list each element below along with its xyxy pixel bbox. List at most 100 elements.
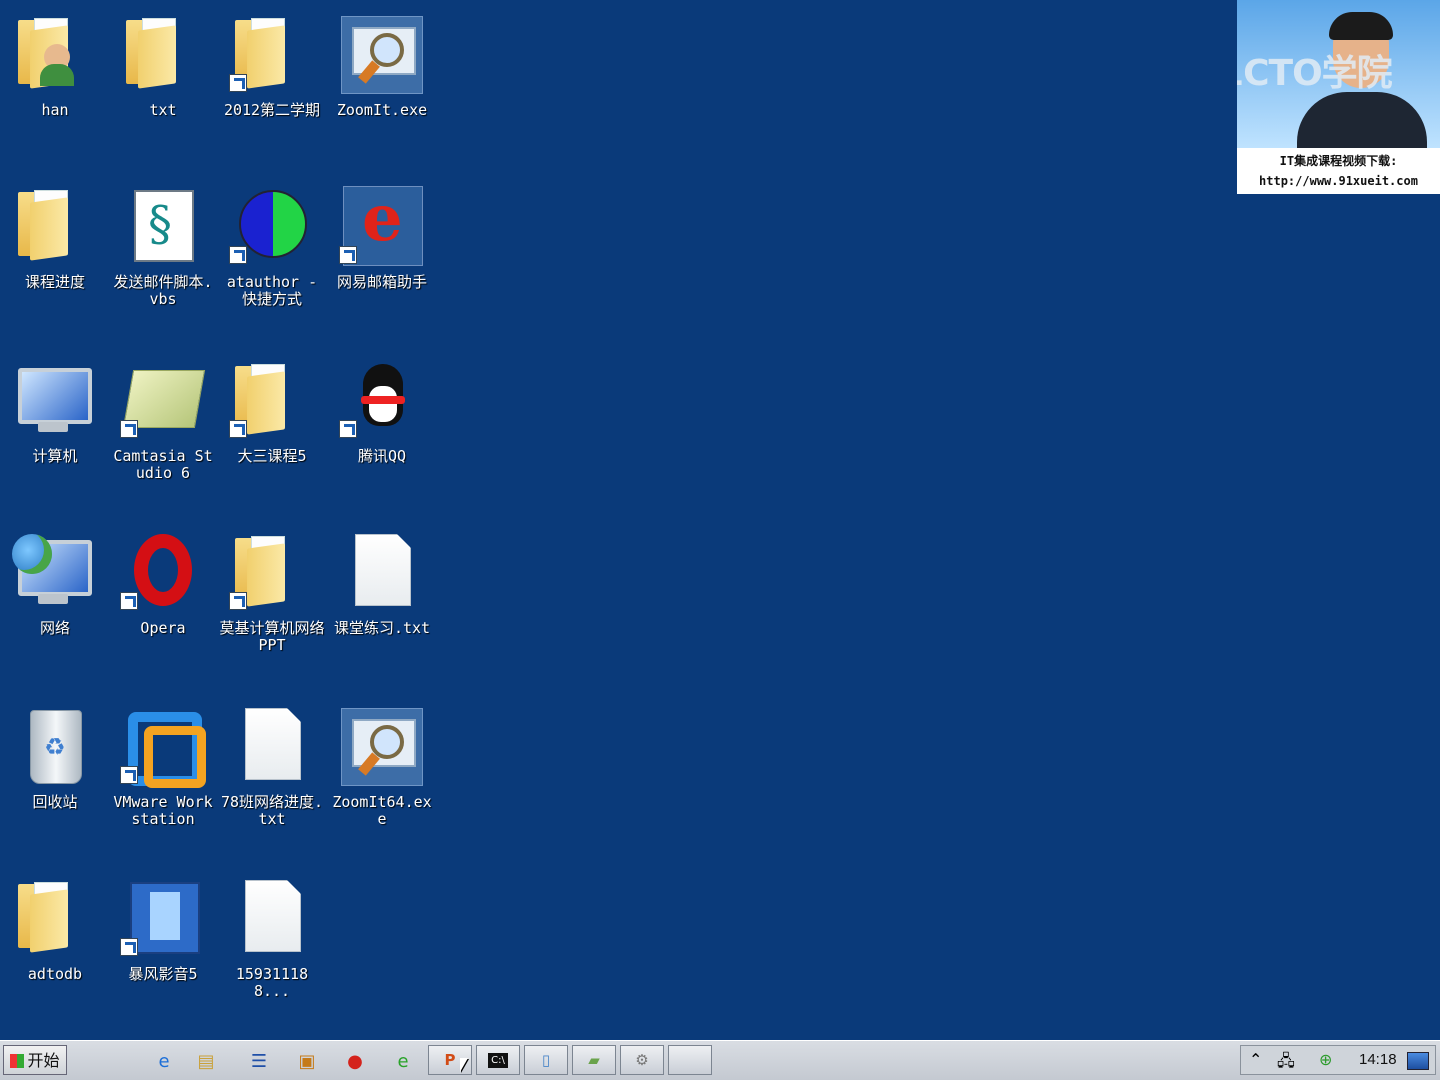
taskbar-remote-app[interactable]: ⚙ bbox=[620, 1045, 664, 1075]
icon-label: 网络 bbox=[39, 619, 70, 637]
shortcut-arrow-icon bbox=[339, 246, 357, 264]
text-file-icon bbox=[227, 706, 317, 786]
desktop-icon-baofeng[interactable]: 暴风影音5 bbox=[108, 870, 218, 1030]
folder-shortcut-icon bbox=[227, 14, 317, 94]
icon-label: 网易邮箱助手 bbox=[336, 273, 427, 291]
folder-shortcut-icon bbox=[227, 532, 317, 612]
desktop-icon-adtodb[interactable]: adtodb bbox=[0, 870, 110, 1030]
icon-label: 计算机 bbox=[32, 447, 78, 465]
desktop-icon-zoomit[interactable]: ZoomIt.exe bbox=[327, 6, 437, 166]
desktop-icon-network-ppt[interactable]: 莫基计算机网络PPT bbox=[217, 524, 327, 684]
user-folder-icon bbox=[10, 14, 100, 94]
shortcut-arrow-icon bbox=[229, 420, 247, 438]
icon-label: 发送邮件脚本.vbs bbox=[113, 273, 213, 308]
network-status-icon[interactable]: 🖧 bbox=[1277, 1050, 1295, 1077]
shortcut-arrow-icon bbox=[120, 938, 138, 956]
system-tray: ⌃ 🖧 ⊕ 14:18 bbox=[1240, 1045, 1436, 1075]
icon-label: 暴风影音5 bbox=[128, 965, 198, 983]
taskbar-notepad[interactable]: ▯ bbox=[524, 1045, 568, 1075]
shortcut-arrow-icon bbox=[120, 592, 138, 610]
text-file-icon bbox=[227, 878, 317, 958]
icon-label: 78班网络进度.txt bbox=[220, 793, 324, 828]
vmware-icon bbox=[118, 706, 208, 788]
show-desktop-icon[interactable] bbox=[1407, 1052, 1429, 1070]
windows-flag-icon bbox=[10, 1054, 25, 1068]
caption-line-1: IT集成课程视频下载: bbox=[1279, 154, 1398, 168]
computer-icon bbox=[10, 360, 100, 440]
list-view-icon[interactable]: ☰ bbox=[245, 1047, 273, 1075]
desktop-icon-vmware[interactable]: VMware Workstation bbox=[108, 698, 218, 858]
icon-label: 课程进度 bbox=[24, 273, 85, 291]
security-shield-icon[interactable]: ⊕ bbox=[1319, 1050, 1332, 1069]
desktop-icon-qq[interactable]: 腾讯QQ bbox=[327, 352, 437, 512]
taskbar-command-prompt[interactable]: C:\ bbox=[476, 1045, 520, 1075]
caption-url: http://www.91xueit.com bbox=[1259, 174, 1418, 188]
icon-label: VMware Workstation bbox=[113, 793, 213, 828]
taskbar-camtasia[interactable]: ▰ bbox=[572, 1045, 616, 1075]
icon-label: 回收站 bbox=[32, 793, 78, 811]
package-icon[interactable]: ▣ bbox=[293, 1047, 321, 1075]
desktop-icon-159311188[interactable]: 159311188... bbox=[217, 870, 327, 1030]
browser-icon[interactable]: e bbox=[389, 1047, 417, 1075]
clock[interactable]: 14:18 bbox=[1359, 1051, 1397, 1068]
network-icon bbox=[10, 532, 100, 612]
text-file-icon bbox=[337, 532, 427, 612]
opera-icon bbox=[118, 532, 208, 612]
desktop-icon-network[interactable]: 网络 bbox=[0, 524, 110, 684]
brand-text: 51CTO学院 bbox=[1237, 53, 1393, 94]
shortcut-arrow-icon bbox=[229, 74, 247, 92]
taskbar-empty-window[interactable] bbox=[668, 1045, 712, 1075]
watermark-logo: 51CTO学院 IT集成课程视频下载: http://www.91xueit.c… bbox=[1237, 0, 1440, 194]
icon-label: atauthor - 快捷方式 bbox=[226, 273, 318, 308]
icon-label: 课堂练习.txt bbox=[333, 619, 431, 637]
zoomit-icon bbox=[337, 706, 427, 786]
show-hidden-icons-chevron-icon[interactable]: ⌃ bbox=[1249, 1050, 1262, 1069]
taskbar: 开始 e ▤ ☰ ▣ ● e P C:\ ▯ ▰ ⚙ ⌃ 🖧 ⊕ 14:18 bbox=[0, 1040, 1440, 1080]
icon-label: han bbox=[41, 101, 69, 119]
shortcut-arrow-icon bbox=[120, 766, 138, 784]
icon-label: 2012第二学期 bbox=[223, 101, 321, 119]
desktop-icon-han[interactable]: han bbox=[0, 6, 110, 166]
desktop-icon-junior-course[interactable]: 大三课程5 bbox=[217, 352, 327, 512]
icon-label: ZoomIt64.exe bbox=[332, 793, 432, 828]
desktop-icon-zoomit64[interactable]: ZoomIt64.exe bbox=[327, 698, 437, 858]
internet-explorer-icon[interactable]: e bbox=[150, 1047, 178, 1075]
desktop-icon-netease-mail[interactable]: 网易邮箱助手 bbox=[327, 178, 437, 338]
shortcut-arrow-icon bbox=[229, 592, 247, 610]
desktop-icon-computer[interactable]: 计算机 bbox=[0, 352, 110, 512]
desktop-icon-class-exercise-txt[interactable]: 课堂练习.txt bbox=[327, 524, 437, 684]
desktop-icon-course-progress[interactable]: 课程进度 bbox=[0, 178, 110, 338]
desktop-icon-2012-semester[interactable]: 2012第二学期 bbox=[217, 6, 327, 166]
icon-label: txt bbox=[149, 101, 177, 119]
media-player-icon bbox=[118, 878, 208, 958]
desktop-icon-78-progress-txt[interactable]: 78班网络进度.txt bbox=[217, 698, 327, 858]
shortcut-arrow-icon bbox=[120, 420, 138, 438]
desktop-icon-camtasia[interactable]: Camtasia Studio 6 bbox=[108, 352, 218, 512]
icon-label: 腾讯QQ bbox=[357, 447, 407, 465]
icon-label: ZoomIt.exe bbox=[336, 101, 428, 119]
folder-shortcut-icon bbox=[227, 360, 317, 440]
icon-label: 大三课程5 bbox=[237, 447, 307, 465]
desktop: han 课程进度 计算机 网络 回收站 adtodb txt 发送邮件脚本.vb… bbox=[0, 0, 1440, 1040]
zoomit-icon bbox=[337, 14, 427, 94]
file-explorer-icon[interactable]: ▤ bbox=[192, 1047, 220, 1075]
script-file-icon bbox=[118, 186, 208, 266]
camtasia-icon bbox=[118, 360, 208, 440]
icon-label: 159311188... bbox=[235, 965, 309, 1000]
shortcut-arrow-icon bbox=[339, 420, 357, 438]
atauthor-icon bbox=[227, 186, 317, 266]
media-player-icon[interactable]: ● bbox=[341, 1047, 369, 1075]
icon-label: Opera bbox=[140, 619, 186, 637]
desktop-icon-atauthor[interactable]: atauthor - 快捷方式 bbox=[217, 178, 327, 338]
presenter-photo: 51CTO学院 bbox=[1237, 0, 1440, 148]
shortcut-arrow-icon bbox=[229, 246, 247, 264]
desktop-icon-opera[interactable]: Opera bbox=[108, 524, 218, 684]
mouse-cursor-icon bbox=[460, 1058, 468, 1072]
start-button[interactable]: 开始 bbox=[3, 1045, 67, 1075]
desktop-icon-send-mail-script[interactable]: 发送邮件脚本.vbs bbox=[108, 178, 218, 338]
desktop-icon-txt[interactable]: txt bbox=[108, 6, 218, 166]
folder-icon bbox=[10, 878, 100, 958]
desktop-icon-recycle-bin[interactable]: 回收站 bbox=[0, 698, 110, 858]
qq-penguin-icon bbox=[337, 360, 427, 440]
folder-icon bbox=[118, 14, 208, 94]
